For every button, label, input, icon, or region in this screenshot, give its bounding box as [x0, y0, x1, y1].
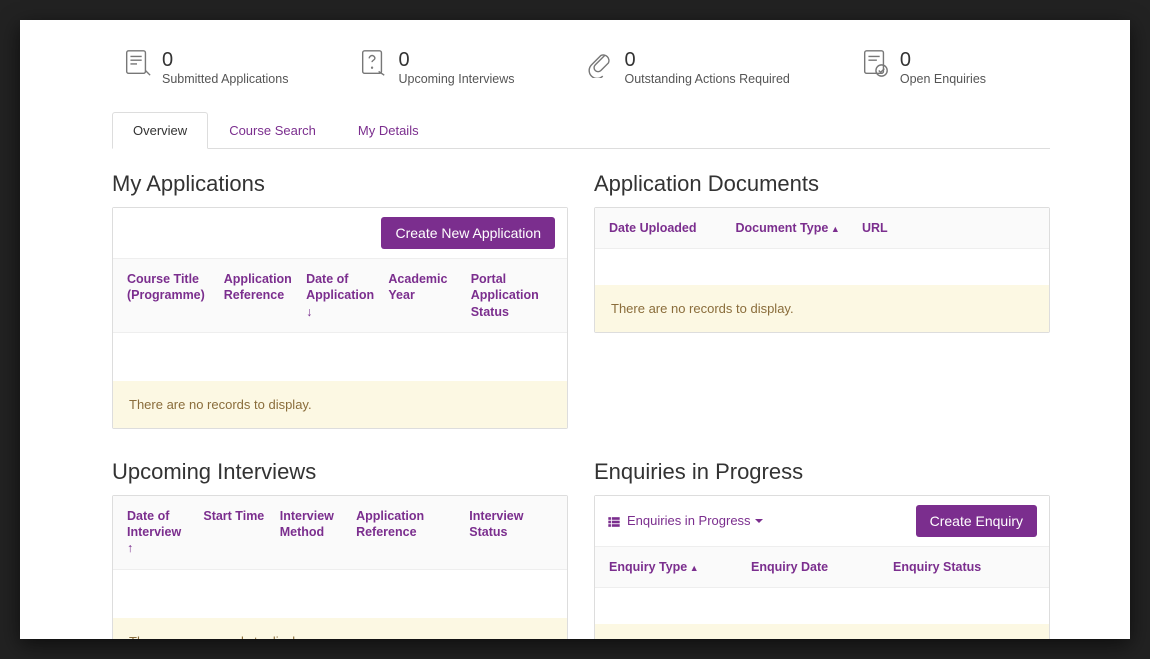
question-document-icon: [358, 48, 388, 78]
stat-submitted-applications: 0 Submitted Applications: [122, 48, 288, 87]
stat-label: Submitted Applications: [162, 72, 288, 87]
stat-value: 0: [162, 48, 288, 72]
col-start-time[interactable]: Start Time: [203, 508, 279, 557]
document-check-icon: [860, 48, 890, 78]
panel-my-applications: My Applications Create New Application C…: [112, 167, 568, 429]
panel-enquiries: Enquiries in Progress Enquiries in Progr…: [594, 455, 1050, 639]
paperclip-icon: [584, 48, 614, 78]
applications-empty-message: There are no records to display.: [113, 381, 567, 428]
stats-row: 0 Submitted Applications 0 Upcoming Inte…: [112, 48, 1050, 87]
tab-overview[interactable]: Overview: [112, 112, 208, 149]
interviews-empty-message: There are no records to display.: [113, 618, 567, 640]
col-date-of-application[interactable]: Date of Application: [306, 271, 388, 320]
col-application-reference[interactable]: Application Reference: [224, 271, 306, 320]
tab-bar: Overview Course Search My Details: [112, 111, 1050, 149]
col-enquiry-date[interactable]: Enquiry Date: [751, 559, 893, 575]
col-date-of-interview[interactable]: Date of Interview: [127, 508, 203, 557]
col-application-reference[interactable]: Application Reference: [356, 508, 469, 557]
stat-outstanding-actions: 0 Outstanding Actions Required: [584, 48, 789, 87]
col-academic-year[interactable]: Academic Year: [388, 271, 470, 320]
tab-course-search[interactable]: Course Search: [208, 112, 337, 149]
stat-upcoming-interviews: 0 Upcoming Interviews: [358, 48, 514, 87]
create-enquiry-button[interactable]: Create Enquiry: [916, 505, 1037, 537]
panel-title: Application Documents: [594, 171, 1050, 197]
stat-open-enquiries: 0 Open Enquiries: [860, 48, 986, 87]
applications-table-header: Course Title (Programme) Application Ref…: [113, 259, 567, 333]
stat-value: 0: [398, 48, 514, 72]
enquiries-empty-message: There are no records to display.: [595, 624, 1049, 639]
app-frame: 0 Submitted Applications 0 Upcoming Inte…: [20, 20, 1130, 639]
col-url[interactable]: URL: [862, 220, 1035, 236]
panel-title: Upcoming Interviews: [112, 459, 568, 485]
documents-empty-message: There are no records to display.: [595, 285, 1049, 332]
panel-upcoming-interviews: Upcoming Interviews Date of Interview St…: [112, 455, 568, 639]
enquiries-view-label: Enquiries in Progress: [627, 513, 763, 528]
tab-my-details[interactable]: My Details: [337, 112, 440, 149]
col-portal-status[interactable]: Portal Application Status: [471, 271, 553, 320]
panel-title: Enquiries in Progress: [594, 459, 1050, 485]
create-new-application-button[interactable]: Create New Application: [381, 217, 555, 249]
col-date-uploaded[interactable]: Date Uploaded: [609, 220, 735, 236]
col-document-type[interactable]: Document Type: [735, 220, 861, 236]
panel-title: My Applications: [112, 171, 568, 197]
stat-label: Upcoming Interviews: [398, 72, 514, 87]
stat-value: 0: [624, 48, 789, 72]
enquiries-table-body: [595, 588, 1049, 624]
stat-value: 0: [900, 48, 986, 72]
col-course-title[interactable]: Course Title (Programme): [127, 271, 224, 320]
documents-table-header: Date Uploaded Document Type URL: [595, 208, 1049, 249]
col-interview-method[interactable]: Interview Method: [280, 508, 356, 557]
enquiries-view-dropdown[interactable]: Enquiries in Progress: [607, 513, 763, 529]
interviews-table-header: Date of Interview Start Time Interview M…: [113, 496, 567, 570]
document-icon: [122, 48, 152, 78]
stat-label: Open Enquiries: [900, 72, 986, 87]
panel-application-documents: Application Documents Date Uploaded Docu…: [594, 167, 1050, 429]
col-enquiry-status[interactable]: Enquiry Status: [893, 559, 1035, 575]
interviews-table-body: [113, 570, 567, 618]
list-icon: [607, 513, 621, 529]
documents-table-body: [595, 249, 1049, 285]
stat-label: Outstanding Actions Required: [624, 72, 789, 87]
col-interview-status[interactable]: Interview Status: [469, 508, 553, 557]
col-enquiry-type[interactable]: Enquiry Type: [609, 559, 751, 575]
applications-table-body: [113, 333, 567, 381]
enquiries-table-header: Enquiry Type Enquiry Date Enquiry Status: [595, 547, 1049, 588]
